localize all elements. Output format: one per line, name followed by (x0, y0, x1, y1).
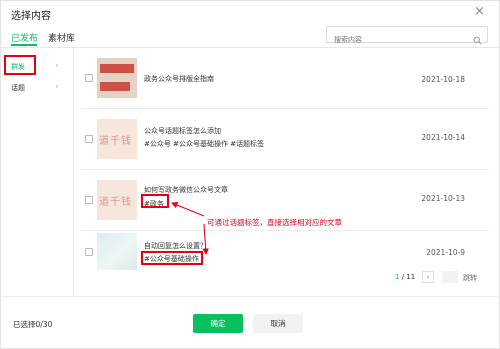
sidebar-item-label: 话题 (11, 84, 25, 92)
total-pages: 11 (406, 273, 416, 281)
article-title: 政务公众号排版全指南 (144, 75, 214, 83)
highlight-box-tag-zhengwu (141, 194, 169, 208)
article-checkbox[interactable] (85, 74, 93, 82)
red-banner-thumbnail (97, 58, 137, 98)
highlight-box-tag-basics (141, 251, 203, 265)
highlight-box-sidebar (4, 55, 36, 75)
page-jump-button[interactable]: 跳转 (463, 273, 477, 283)
dialog-title: 选择内容 (11, 11, 51, 22)
pagination-status: 1 / 11 (395, 273, 415, 281)
article-date: 2021-10-13 (421, 194, 465, 203)
chevron-right-icon: › (55, 82, 59, 92)
article-checkbox[interactable] (85, 196, 93, 204)
selected-count: 已选择0/30 (13, 320, 53, 329)
select-content-dialog: 选择内容 × 已发布 素材库 群发 › 话题 › 政务公众号排版全指南 (0, 0, 500, 349)
article-checkbox[interactable] (85, 248, 93, 256)
page-jump-input[interactable] (442, 271, 458, 283)
teal-gradient-thumbnail (97, 233, 137, 270)
sidebar-item-topics[interactable]: 话题 › (1, 80, 74, 96)
confirm-button[interactable]: 确定 (193, 314, 243, 333)
annotation-text: 可通过话题标签，直接选择相对应的文章 (207, 218, 342, 227)
search-icon[interactable] (473, 30, 482, 49)
article-tags: #公众号 #公众号基础操作 #话题标签 (144, 140, 265, 148)
chevron-right-icon: › (55, 61, 59, 71)
close-icon[interactable]: × (474, 4, 485, 19)
thumbnail-watermark: 道千钱 (99, 136, 132, 147)
next-page-button[interactable]: › (422, 271, 434, 283)
search-input[interactable] (334, 32, 464, 48)
search-box[interactable] (326, 26, 488, 48)
tab-published[interactable]: 已发布 (11, 31, 38, 44)
article-date: 2021-10-14 (421, 133, 465, 142)
cancel-button[interactable]: 取消 (253, 314, 303, 333)
watermark-thumbnail: 道千钱 (97, 180, 137, 220)
active-tab-indicator (11, 44, 37, 46)
watermark-thumbnail: 道千钱 (97, 119, 137, 159)
article-row[interactable]: 政务公众号排版全指南 2021-10-18 (81, 48, 489, 109)
article-title: 公众号话题标签怎么添加 (144, 127, 221, 135)
article-date: 2021-10-9 (426, 248, 465, 257)
banner-stripe (100, 82, 130, 91)
article-row[interactable]: 道千钱 公众号话题标签怎么添加 #公众号 #公众号基础操作 #话题标签 2021… (81, 109, 489, 170)
tab-material-library[interactable]: 素材库 (48, 31, 75, 44)
article-date: 2021-10-18 (421, 75, 465, 84)
article-checkbox[interactable] (85, 135, 93, 143)
sidebar: 群发 › 话题 › (1, 48, 74, 296)
footer-divider (1, 296, 500, 297)
article-list: 政务公众号排版全指南 2021-10-18 道千钱 公众号话题标签怎么添加 #公… (81, 48, 489, 270)
thumbnail-watermark: 道千钱 (99, 197, 132, 208)
article-title: 自动回复怎么设置？ (144, 242, 207, 250)
banner-stripe (100, 64, 134, 73)
